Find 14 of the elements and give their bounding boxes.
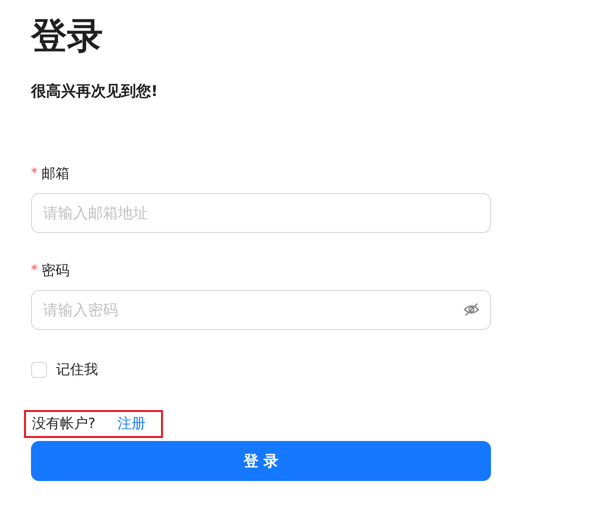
field-label: 密码 xyxy=(42,262,70,281)
remember-checkbox[interactable] xyxy=(31,362,47,378)
password-field[interactable]: 请输入密码 xyxy=(31,290,491,330)
field-label: 邮箱 xyxy=(42,165,70,184)
eye-slash-icon[interactable] xyxy=(463,301,480,318)
login-button[interactable]: 登 录 xyxy=(31,441,491,481)
required-mark: * xyxy=(31,262,38,280)
page-title: 登录 xyxy=(31,15,104,59)
required-mark: * xyxy=(31,165,38,183)
email-field[interactable]: 请输入邮箱地址 xyxy=(31,193,491,233)
subtitle-text: 很高兴再次见到您! xyxy=(31,81,159,102)
signup-link[interactable]: 注册 xyxy=(117,415,146,433)
signup-prompt: 没有帐户? xyxy=(32,415,96,433)
remember-label: 记住我 xyxy=(56,361,98,379)
